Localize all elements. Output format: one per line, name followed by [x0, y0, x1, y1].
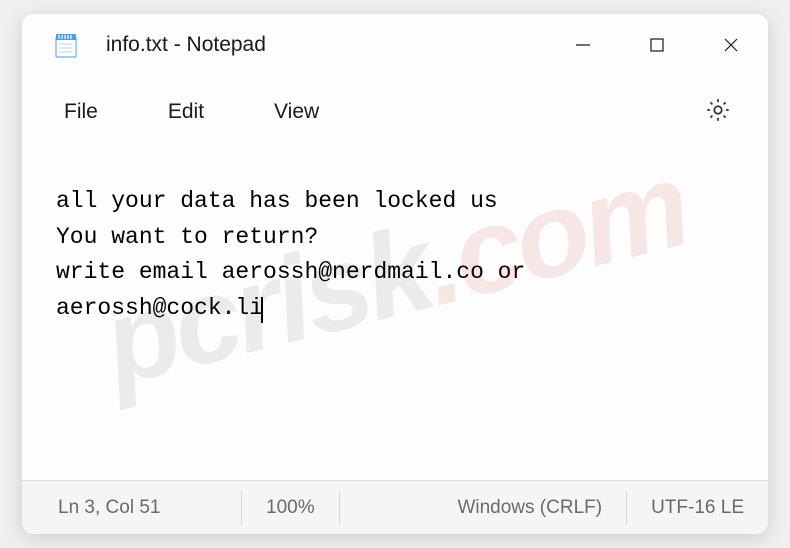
menu-edit[interactable]: Edit: [154, 90, 218, 134]
menu-file[interactable]: File: [50, 90, 112, 134]
notepad-window: info.txt - Notepad File Edit View all yo…: [22, 14, 768, 534]
text-cursor: [261, 297, 263, 323]
text-line: write email aerossh@nerdmail.co or: [56, 259, 525, 285]
statusbar: Ln 3, Col 51 100% Windows (CRLF) UTF-16 …: [22, 480, 768, 534]
gear-icon: [704, 96, 732, 124]
text-line: all your data has been locked us: [56, 188, 498, 214]
menubar: File Edit View: [22, 76, 768, 148]
status-encoding: UTF-16 LE: [627, 491, 768, 525]
text-editor[interactable]: all your data has been locked us You wan…: [22, 148, 768, 480]
maximize-button[interactable]: [620, 14, 694, 76]
close-button[interactable]: [694, 14, 768, 76]
titlebar: info.txt - Notepad: [22, 14, 768, 76]
status-line-ending: Windows (CRLF): [433, 491, 627, 525]
notepad-icon: [52, 31, 80, 59]
settings-button[interactable]: [696, 88, 740, 137]
minimize-button[interactable]: [546, 14, 620, 76]
text-line: You want to return?: [56, 224, 318, 250]
status-position: Ln 3, Col 51: [22, 491, 242, 525]
status-zoom: 100%: [242, 491, 340, 525]
text-line: aerossh@cock.li: [56, 295, 263, 321]
menu-view[interactable]: View: [260, 90, 333, 134]
window-title: info.txt - Notepad: [106, 33, 546, 57]
window-controls: [546, 14, 768, 76]
